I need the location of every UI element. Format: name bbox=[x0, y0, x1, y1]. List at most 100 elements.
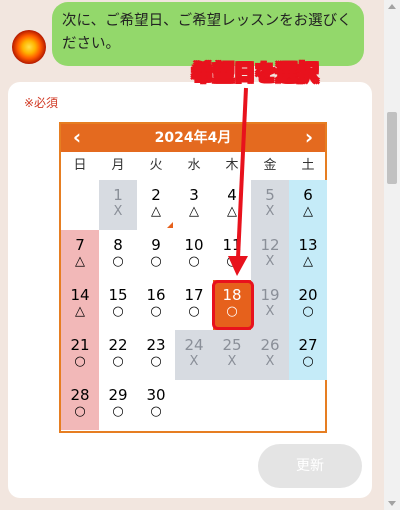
calendar-day[interactable]: 9 ○ bbox=[137, 230, 175, 280]
availability-mark: X bbox=[265, 254, 275, 269]
availability-mark: ○ bbox=[112, 254, 124, 269]
day-number: 9 bbox=[151, 236, 161, 254]
availability-mark: ○ bbox=[112, 354, 124, 369]
weekday-label: 火 bbox=[149, 158, 163, 173]
calendar-day[interactable]: 28 ○ bbox=[61, 380, 99, 430]
calendar-day[interactable]: 14 △ bbox=[61, 280, 99, 330]
day-number: 21 bbox=[70, 336, 90, 354]
availability-mark: △ bbox=[151, 204, 161, 219]
calendar-day[interactable]: 16 ○ bbox=[137, 280, 175, 330]
corner-flag-icon bbox=[167, 222, 173, 228]
availability-mark: ○ bbox=[150, 404, 162, 419]
calendar: ‹ 2024年4月 › 日月火水木金土 1 X 2 △ 3 △ 4 △ 5 X 6 △ 7 △ 8 ○ 9 ○ 10… bbox=[59, 122, 327, 433]
scroll-thumb[interactable] bbox=[387, 112, 397, 184]
day-number: 14 bbox=[70, 286, 90, 304]
calendar-day[interactable]: 11 ○ bbox=[213, 230, 251, 280]
chevron-right-icon[interactable]: › bbox=[295, 124, 323, 152]
day-number: 12 bbox=[260, 236, 280, 254]
day-number: 8 bbox=[113, 236, 123, 254]
availability-mark: ○ bbox=[112, 304, 124, 319]
day-number: 20 bbox=[298, 286, 318, 304]
availability-mark: ○ bbox=[150, 304, 162, 319]
calendar-day[interactable]: 5X bbox=[251, 180, 289, 230]
calendar-day[interactable]: 7 △ bbox=[61, 230, 99, 280]
calendar-day[interactable]: 30 ○ bbox=[137, 380, 175, 430]
lesson-form-card: ※必須 ‹ 2024年4月 › 日月火水木金土 1 X 2 △ 3 △ 4 △ 5 X 6 △ 7 △ 8 ○… bbox=[8, 82, 372, 498]
calendar-day[interactable]: 22 ○ bbox=[99, 330, 137, 380]
calendar-day[interactable]: 4 △ bbox=[213, 180, 251, 230]
day-number: 5 bbox=[265, 186, 275, 204]
calendar-day[interactable]: 15 ○ bbox=[99, 280, 137, 330]
availability-mark: ○ bbox=[150, 354, 162, 369]
day-number: 3 bbox=[189, 186, 199, 204]
calendar-day[interactable]: 20 ○ bbox=[289, 280, 327, 330]
day-number: 10 bbox=[184, 236, 204, 254]
calendar-day[interactable]: 8 ○ bbox=[99, 230, 137, 280]
day-number: 25 bbox=[222, 336, 242, 354]
day-number: 29 bbox=[108, 386, 128, 404]
availability-mark: △ bbox=[303, 254, 313, 269]
calendar-day[interactable]: 10 ○ bbox=[175, 230, 213, 280]
calendar-day[interactable]: 17 ○ bbox=[175, 280, 213, 330]
calendar-day[interactable]: 21 ○ bbox=[61, 330, 99, 380]
day-number: 13 bbox=[298, 236, 318, 254]
update-button[interactable]: 更新 bbox=[258, 444, 362, 488]
calendar-day[interactable]: 6 △ bbox=[289, 180, 327, 230]
day-number: 30 bbox=[146, 386, 166, 404]
annotation-label: 希望日を選択 bbox=[192, 61, 319, 86]
day-number: 7 bbox=[75, 236, 85, 254]
day-number: 26 bbox=[260, 336, 280, 354]
day-number: 1 bbox=[113, 186, 123, 204]
availability-mark: ○ bbox=[302, 304, 314, 319]
chat-message: 次に、ご希望日、ご希望レッスンをお選びください。 bbox=[62, 13, 352, 52]
day-number: 2 bbox=[151, 186, 161, 204]
availability-mark: ○ bbox=[112, 404, 124, 419]
day-grid: 1 X 2 △ 3 △ 4 △ 5 X 6 △ 7 △ 8 ○ 9 ○ 10 ○ 11 ○ 12 X 13 △ 14 △ 15 ○ 16 ○ 1… bbox=[61, 180, 327, 431]
day-number: 23 bbox=[146, 336, 166, 354]
required-label: ※必須 bbox=[24, 96, 59, 110]
calendar-day[interactable]: 1X bbox=[99, 180, 137, 230]
weekday-label: 金 bbox=[263, 158, 277, 173]
day-number: 6 bbox=[303, 186, 313, 204]
scroll-down-icon[interactable] bbox=[388, 501, 396, 506]
scrollbar[interactable] bbox=[384, 0, 400, 510]
day-number: 22 bbox=[108, 336, 128, 354]
availability-mark: X bbox=[265, 204, 275, 219]
availability-mark: ○ bbox=[226, 254, 238, 269]
day-number: 15 bbox=[108, 286, 128, 304]
day-number: 27 bbox=[298, 336, 318, 354]
availability-mark: ○ bbox=[188, 304, 200, 319]
calendar-day[interactable]: 27 ○ bbox=[289, 330, 327, 380]
availability-mark: △ bbox=[303, 204, 313, 219]
calendar-day[interactable]: 13 △ bbox=[289, 230, 327, 280]
calendar-day[interactable]: 2 △ bbox=[137, 180, 175, 230]
calendar-day[interactable]: 29 ○ bbox=[99, 380, 137, 430]
availability-mark: X bbox=[265, 354, 275, 369]
availability-mark: X bbox=[227, 354, 237, 369]
weekday-label: 水 bbox=[187, 158, 201, 173]
day-number: 19 bbox=[260, 286, 280, 304]
calendar-day[interactable]: 25 X bbox=[213, 330, 251, 380]
availability-mark: △ bbox=[189, 204, 199, 219]
availability-mark: ○ bbox=[302, 354, 314, 369]
day-number: 16 bbox=[146, 286, 166, 304]
weekday-label: 月 bbox=[111, 158, 125, 173]
calendar-header: ‹ 2024年4月 › bbox=[61, 124, 325, 152]
annotation-highlight-box bbox=[212, 280, 254, 330]
calendar-day[interactable]: 26 X bbox=[251, 330, 289, 380]
calendar-day[interactable]: 19 X bbox=[251, 280, 289, 330]
day-number: 4 bbox=[227, 186, 237, 204]
weekday-label: 日 bbox=[73, 158, 87, 173]
availability-mark: △ bbox=[75, 304, 85, 319]
weekday-row: 日月火水木金土 bbox=[61, 152, 325, 180]
availability-mark: △ bbox=[75, 254, 85, 269]
calendar-day[interactable]: 3 △ bbox=[175, 180, 213, 230]
weekday-label: 木 bbox=[225, 158, 239, 173]
scroll-up-icon[interactable] bbox=[388, 4, 396, 9]
calendar-day[interactable]: 24 X bbox=[175, 330, 213, 380]
availability-mark: X bbox=[113, 204, 123, 219]
calendar-day[interactable]: 23 ○ bbox=[137, 330, 175, 380]
chat-area: 次に、ご希望日、ご希望レッスンをお選びください。 ※必須 ‹ 2024年4月 ›… bbox=[0, 0, 384, 510]
calendar-day[interactable]: 12 X bbox=[251, 230, 289, 280]
availability-mark: ○ bbox=[150, 254, 162, 269]
